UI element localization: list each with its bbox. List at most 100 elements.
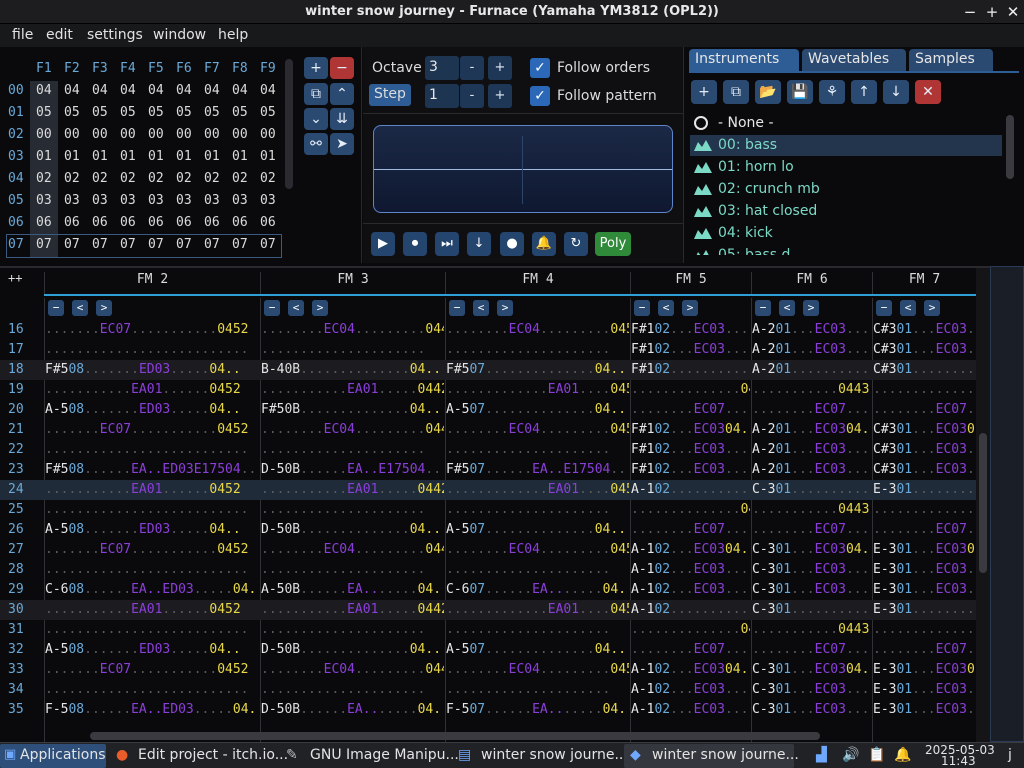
pattern-cell[interactable]: ...........0443 <box>752 620 871 640</box>
pattern-cell[interactable]: A-201...EC03.... <box>752 440 871 460</box>
pattern-row[interactable]: 27 .......EC07...........0452 ........EC04… <box>0 540 976 560</box>
pattern-cell[interactable]: ........EC04.........0442 <box>261 420 444 440</box>
pattern-cell[interactable]: C-301...EC03.... <box>752 560 871 580</box>
clipboard-icon[interactable]: 📋 <box>868 747 885 763</box>
taskbar-item-folder[interactable]: winter snow journe... <box>481 747 628 763</box>
play-pattern-icon[interactable]: ⏺ <box>403 232 427 256</box>
pattern-cell[interactable]: A-102...EC03.... <box>631 680 750 700</box>
pattern-cell[interactable]: .......................... <box>45 680 259 700</box>
pattern-cell[interactable]: ...........EA01.....0442 <box>261 600 444 620</box>
pattern-cell[interactable]: ........EC07.... <box>752 400 871 420</box>
pattern-cell[interactable]: C#301...EC03.... <box>873 440 975 460</box>
pattern-cell[interactable]: F#102...EC03.... <box>631 460 750 480</box>
order-cell[interactable]: 05 <box>204 105 220 120</box>
pattern-cell[interactable]: E-301........... <box>873 600 975 620</box>
pattern-cell[interactable]: ........EC04.........0452 <box>446 540 629 560</box>
pattern-cell[interactable]: ........EC04.........0442 <box>261 320 444 340</box>
notification-icon[interactable]: 🔔 <box>894 747 911 763</box>
step-one-icon[interactable]: ⏭ <box>435 232 459 256</box>
duplicate-instrument-icon[interactable]: ⧉ <box>723 80 749 104</box>
channel-header[interactable]: FM 7 <box>872 272 976 296</box>
volume-icon[interactable]: 🔊 <box>842 747 859 763</box>
expand-effects-icon[interactable]: > <box>497 300 513 316</box>
pattern-cell[interactable]: ........EC07.. <box>873 520 975 540</box>
pattern-cell[interactable]: F#508......EA..ED03E17504.. <box>45 460 259 480</box>
order-cell[interactable]: 03 <box>120 193 136 208</box>
pattern-cell[interactable]: ........EC07.... <box>631 520 750 540</box>
pattern-row[interactable]: 24 ...........EA01......0452 ...........EA… <box>0 480 976 500</box>
pattern-cell[interactable]: C-301...EC03.... <box>752 680 871 700</box>
expand-effects-icon[interactable]: > <box>924 300 940 316</box>
pattern-cell[interactable]: A-507..............04.. <box>446 400 629 420</box>
pattern-cell[interactable]: A-102...EC03.... <box>631 580 750 600</box>
pattern-cell[interactable]: ........EC07.. <box>873 400 975 420</box>
pattern-cell[interactable]: A-201...EC0304.. <box>752 420 871 440</box>
pattern-cell[interactable]: ........EC04.........0452 <box>446 660 629 680</box>
pattern-row[interactable]: 28......................................… <box>0 560 976 580</box>
order-cell[interactable]: 01 <box>176 149 192 164</box>
order-cell[interactable]: 02 <box>176 171 192 186</box>
instrument-scrollbar[interactable] <box>1006 115 1014 179</box>
pattern-cell[interactable]: E-301...EC03.... <box>873 700 975 720</box>
taskbar-item-gimp[interactable]: GNU Image Manipu... <box>310 747 459 763</box>
shrink-effects-icon[interactable]: < <box>900 300 916 316</box>
instrument-none[interactable]: - None - <box>690 113 1002 134</box>
minimize-icon[interactable]: − <box>960 2 980 22</box>
shrink-effects-icon[interactable]: < <box>658 300 674 316</box>
pattern-cell[interactable]: D-50B......EA.......04.. <box>261 700 444 720</box>
pattern-cell[interactable]: .......................... <box>45 440 259 460</box>
expand-effects-icon[interactable]: > <box>312 300 328 316</box>
pattern-cell[interactable]: .......EC07...........0452 <box>45 540 259 560</box>
pattern-row[interactable]: 17......................................… <box>0 340 976 360</box>
order-cell[interactable]: 06 <box>64 215 80 230</box>
order-cell[interactable]: 06 <box>232 215 248 230</box>
pattern-cell[interactable]: ........EC07.... <box>752 520 871 540</box>
pattern-cell[interactable]: E-301...EC0304 <box>873 660 975 680</box>
pattern-row[interactable]: 23 F#508......EA..ED03E17504.. D-50B......… <box>0 460 976 480</box>
order-cell[interactable]: 04 <box>232 83 248 98</box>
order-row-number[interactable]: 02 <box>8 127 24 142</box>
pattern-cell[interactable]: ........EC07.... <box>631 640 750 660</box>
user-label[interactable]: j <box>1008 747 1012 763</box>
pattern-cell[interactable]: A-508.......ED03.....04.. <box>45 640 259 660</box>
octave-minus-button[interactable]: - <box>460 56 484 80</box>
order-cell[interactable]: 02 <box>204 171 220 186</box>
add-channel-button[interactable]: ++ <box>8 271 22 285</box>
order-cell[interactable]: 05 <box>36 105 52 120</box>
order-row-number[interactable]: 04 <box>8 171 24 186</box>
remove-order-button[interactable]: − <box>330 57 354 79</box>
order-cell[interactable]: 03 <box>204 193 220 208</box>
order-cell[interactable]: 04 <box>36 83 52 98</box>
pattern-row[interactable]: 34......................................… <box>0 680 976 700</box>
pattern-cell[interactable]: E-301...EC03.... <box>873 580 975 600</box>
order-cell[interactable]: 04 <box>120 83 136 98</box>
order-cell[interactable]: 00 <box>64 127 80 142</box>
order-cell[interactable]: 00 <box>36 127 52 142</box>
order-cell[interactable]: 05 <box>120 105 136 120</box>
order-cell[interactable]: 06 <box>36 215 52 230</box>
pattern-cell[interactable]: ..................... <box>446 680 629 700</box>
order-cell[interactable]: 02 <box>148 171 164 186</box>
pattern-cell[interactable]: ........EC07.. <box>873 640 975 660</box>
pattern-cell[interactable]: ...............04 <box>873 620 975 640</box>
record-icon[interactable]: ● <box>500 232 524 256</box>
expand-effects-icon[interactable]: > <box>682 300 698 316</box>
pattern-cell[interactable]: ........EC07.... <box>631 400 750 420</box>
pattern-cell[interactable]: A-201...EC03.... <box>752 340 871 360</box>
instrument-tree-icon[interactable]: ⚘ <box>819 80 845 104</box>
pattern-cell[interactable]: A-201...EC03.... <box>752 320 871 340</box>
order-cell[interactable]: 05 <box>92 105 108 120</box>
order-cell[interactable]: 02 <box>64 171 80 186</box>
pattern-cell[interactable]: ........EC04.........0442 <box>261 660 444 680</box>
shrink-effects-icon[interactable]: < <box>779 300 795 316</box>
pattern-cell[interactable]: C-301........... <box>752 600 871 620</box>
pattern-cell[interactable]: C-607......EA.......04.. <box>446 580 629 600</box>
pattern-row[interactable]: 21 .......EC07...........0452 ........EC04… <box>0 420 976 440</box>
step-button[interactable]: Step <box>369 84 411 106</box>
order-row-number[interactable]: 00 <box>8 83 24 98</box>
pattern-cell[interactable]: F#102...EC03.... <box>631 320 750 340</box>
order-cursor-icon[interactable]: ➤ <box>330 133 354 155</box>
order-row-number[interactable]: 05 <box>8 193 24 208</box>
order-cell[interactable]: 03 <box>64 193 80 208</box>
add-instrument-icon[interactable]: + <box>691 80 717 104</box>
